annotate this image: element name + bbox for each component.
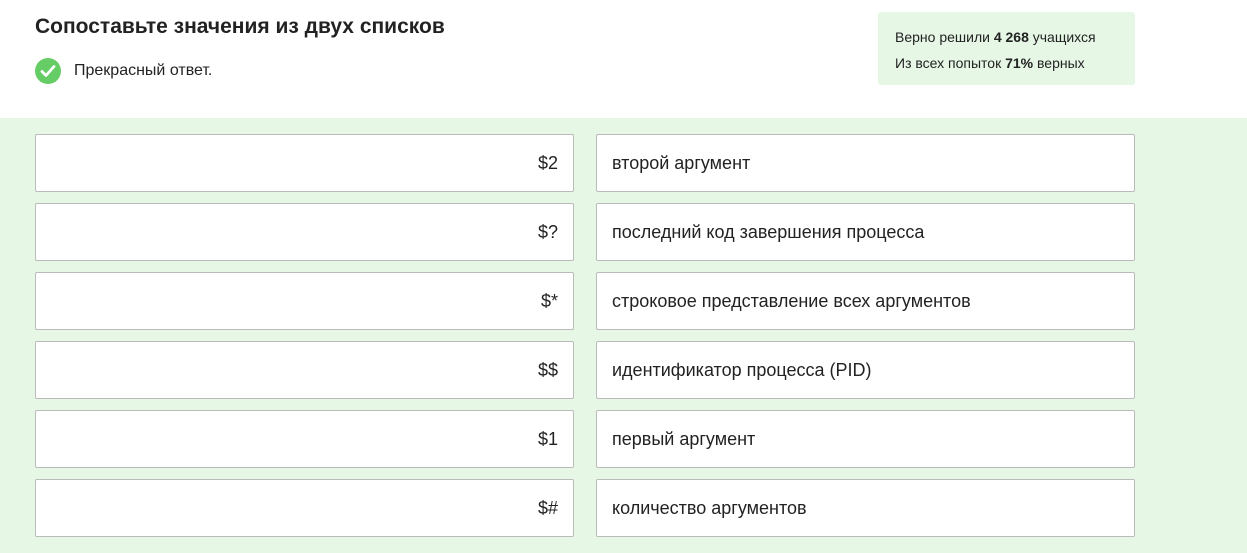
left-item-label: $*: [540, 290, 558, 311]
left-item-label: $2: [537, 152, 558, 173]
status-text: Прекрасный ответ.: [74, 62, 213, 79]
match-right-item[interactable]: последний код завершения процесса: [596, 203, 1135, 261]
match-left-item: $*: [35, 272, 574, 330]
solved-prefix: Верно решили: [895, 29, 994, 45]
right-item-label: количество аргументов: [612, 497, 807, 518]
right-item-label: первый аргумент: [612, 428, 756, 449]
left-column: $2 $? $* $$ $1 $#: [35, 134, 574, 548]
task-title: Сопоставьте значения из двух списков: [35, 15, 445, 38]
match-left-item: $?: [35, 203, 574, 261]
right-item-label: последний код завершения процесса: [612, 221, 925, 242]
match-right-item[interactable]: первый аргумент: [596, 410, 1135, 468]
success-rate-line: Из всех попыток 71% верных: [895, 50, 1118, 76]
solved-suffix: учащихся: [1028, 29, 1096, 45]
match-left-item: $1: [35, 410, 574, 468]
solved-count: 4 268: [993, 29, 1029, 45]
right-item-label: второй аргумент: [612, 152, 751, 173]
answer-status: Прекрасный ответ.: [35, 58, 212, 84]
match-right-item[interactable]: строковое представление всех аргументов: [596, 272, 1135, 330]
success-percent: 71%: [1005, 55, 1034, 71]
right-item-label: идентификатор процесса (PID): [612, 359, 872, 380]
left-item-label: $1: [537, 428, 558, 449]
solved-by-line: Верно решили 4 268 учащихся: [895, 24, 1118, 50]
solve-stats: Верно решили 4 268 учащихся Из всех попы…: [878, 12, 1135, 85]
match-right-item[interactable]: второй аргумент: [596, 134, 1135, 192]
rate-prefix: Из всех попыток: [895, 55, 1006, 71]
check-circle-icon: [35, 58, 61, 84]
step-page: Сопоставьте значения из двух списков Пре…: [0, 0, 1247, 553]
match-right-item[interactable]: идентификатор процесса (PID): [596, 341, 1135, 399]
matching-area: $2 $? $* $$ $1 $# второй аргумент послед…: [0, 118, 1247, 553]
left-item-label: $#: [537, 497, 558, 518]
left-item-label: $?: [537, 221, 558, 242]
match-left-item: $#: [35, 479, 574, 537]
rate-suffix: верных: [1033, 55, 1085, 71]
left-item-label: $$: [537, 359, 558, 380]
right-item-label: строковое представление всех аргументов: [612, 290, 971, 311]
task-header: Сопоставьте значения из двух списков Пре…: [0, 0, 1247, 118]
match-left-item: $$: [35, 341, 574, 399]
right-column: второй аргумент последний код завершения…: [596, 134, 1135, 548]
match-right-item[interactable]: количество аргументов: [596, 479, 1135, 537]
match-left-item: $2: [35, 134, 574, 192]
